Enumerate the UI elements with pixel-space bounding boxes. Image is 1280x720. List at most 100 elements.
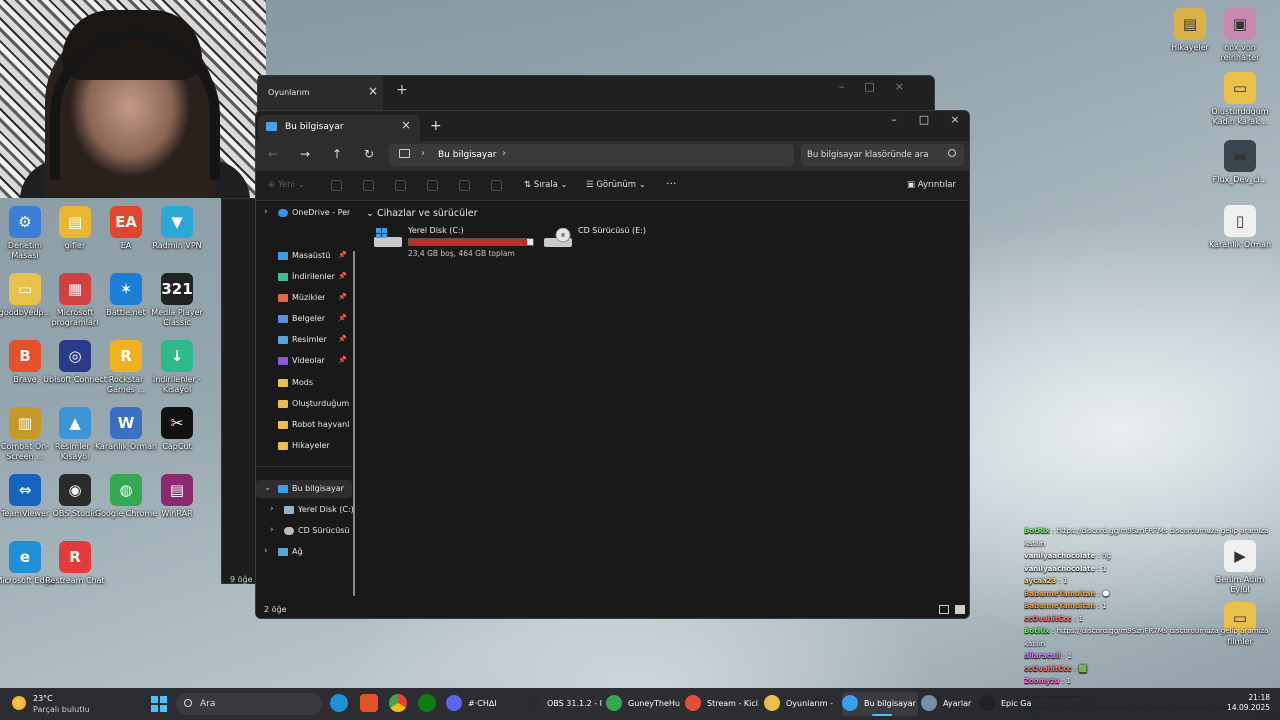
chevron-right-icon[interactable]: › — [264, 546, 268, 556]
new-button[interactable]: ⊕ Yeni ⌄ — [268, 180, 305, 190]
close-tab-icon[interactable]: × — [401, 118, 411, 132]
desktop-icon[interactable]: R Restream Chat — [45, 541, 105, 586]
close-window-icon[interactable]: × — [940, 113, 969, 131]
drive-c[interactable]: Yerel Disk (C:) 23,4 GB boş, 464 GB topl… — [374, 224, 544, 264]
taskbar-app[interactable]: Oyunlarım - — [764, 692, 840, 716]
desktop-icon[interactable]: ▤ WinRAR — [147, 474, 207, 519]
forward-arrow-icon[interactable]: → — [296, 147, 314, 165]
app-icon: ◉ — [59, 474, 91, 506]
desktop-icon[interactable]: ▭ Oluşturduğum Kadın karak... — [1210, 72, 1270, 127]
nav-item-cd-drive[interactable]: › CD Sürücüsü ( — [256, 522, 352, 540]
windows-drive-icon — [374, 228, 402, 247]
taskbar-app[interactable]: OBS 31.1.2 - I — [525, 692, 603, 716]
delete-icon[interactable] — [491, 180, 502, 191]
close-icon[interactable]: × — [368, 84, 378, 98]
desktop-icon[interactable]: ▣ nox von reinhalter — [1210, 8, 1270, 63]
nav-item-folder[interactable]: Hikayeler — [256, 437, 352, 455]
view-button[interactable]: ☰ Görünüm ⌄ — [586, 180, 646, 190]
nav-scrollbar[interactable] — [353, 251, 355, 596]
chevron-right-icon[interactable]: › — [421, 148, 425, 159]
taskbar-app[interactable]: #·CH∆I — [446, 692, 521, 716]
more-button[interactable]: ··· — [666, 177, 677, 190]
desktop-icon[interactable]: ↓ İndirilenler - Kısayol — [147, 340, 207, 395]
taskbar-app[interactable]: Stream - Kicl — [685, 692, 761, 716]
chevron-down-icon[interactable]: ⌄ — [264, 483, 272, 493]
nav-item-folder[interactable]: Oluşturduğum K — [256, 395, 352, 413]
desktop-icon[interactable]: ▼ Radmin VPN — [147, 206, 207, 251]
chevron-right-icon[interactable]: › — [264, 207, 268, 217]
chevron-right-icon[interactable]: › — [270, 525, 274, 535]
system-clock[interactable]: 21:18 14.09.2025 — [1227, 693, 1270, 713]
nav-item-pinned[interactable]: Müzikler 📌 — [256, 289, 352, 307]
nav-item-pinned[interactable]: İndirilenler 📌 — [256, 268, 352, 286]
new-tab-icon[interactable]: + — [430, 118, 442, 134]
taskbar-app[interactable]: Bu bilgisayar — [842, 692, 918, 716]
pin-icon[interactable]: 📌 — [338, 335, 347, 343]
cut-icon[interactable] — [331, 180, 342, 191]
copy-icon[interactable] — [363, 180, 374, 191]
pin-icon[interactable]: 📌 — [338, 272, 347, 280]
nav-item-pinned[interactable]: Belgeler 📌 — [256, 310, 352, 328]
clock-time: 21:18 — [1248, 693, 1270, 702]
drive-usage-bar — [408, 238, 534, 246]
nav-item-folder[interactable]: Robot hayvanla — [256, 416, 352, 434]
refresh-icon[interactable]: ↻ — [360, 147, 378, 165]
minimize-icon[interactable]: – — [879, 113, 909, 131]
desktop-icon-label: Media Player Classic — [151, 308, 203, 327]
nav-item-pinned[interactable]: Resimler 📌 — [256, 331, 352, 349]
xbox-icon[interactable] — [418, 694, 436, 712]
share-icon[interactable] — [459, 180, 470, 191]
pin-icon[interactable]: 📌 — [338, 314, 347, 322]
nav-item-this-pc[interactable]: ⌄ Bu bilgisayar — [256, 480, 352, 498]
back-window-tab[interactable]: Oyunlarım × — [258, 76, 383, 110]
paste-icon[interactable] — [395, 180, 406, 191]
desktop-icon[interactable]: 321 Media Player Classic — [147, 273, 207, 328]
breadcrumb[interactable]: Bu bilgisayar — [438, 150, 496, 160]
pin-icon[interactable]: 📌 — [338, 356, 347, 364]
chat-username: vanilyaachocolate — [1024, 564, 1096, 573]
chrome-icon[interactable] — [389, 694, 407, 712]
desktop-icon[interactable]: ▯ Karanlık Orman — [1209, 205, 1271, 250]
taskbar-app[interactable]: Ayarlar — [921, 692, 976, 716]
temperature: 23°C — [33, 694, 53, 703]
taskbar-app[interactable]: Epic Ga — [979, 692, 1031, 716]
tab-this-pc[interactable]: Bu bilgisayar × — [258, 115, 420, 141]
desktop-icon[interactable]: ✂ CapCut — [147, 407, 207, 452]
search-icon[interactable] — [948, 149, 956, 157]
sort-button[interactable]: ⇅ Sırala ⌄ — [524, 180, 568, 190]
chevron-right-icon[interactable]: › — [502, 148, 506, 159]
back-arrow-icon[interactable]: ← — [264, 147, 282, 165]
search-input[interactable]: Bu bilgisayar klasöründe ara — [801, 144, 964, 166]
start-button[interactable] — [151, 696, 167, 712]
tiles-view-icon[interactable] — [955, 605, 965, 614]
desktop-icon[interactable]: ▬ Flux_Dev_ci... — [1210, 140, 1270, 185]
nav-item-pinned[interactable]: Videolar 📌 — [256, 352, 352, 370]
drive-e[interactable]: CD Sürücüsü (E:) — [544, 224, 664, 264]
group-header[interactable]: ⌄ Cihazlar ve sürücüler — [366, 208, 478, 219]
address-bar[interactable]: › Bu bilgisayar › — [389, 144, 794, 166]
up-arrow-icon[interactable]: ↑ — [328, 147, 346, 165]
new-tab-icon[interactable]: + — [396, 82, 408, 98]
nav-item-pinned[interactable]: Masaüstü 📌 — [256, 247, 352, 265]
brave-icon[interactable] — [360, 694, 378, 712]
chevron-right-icon[interactable]: › — [270, 504, 274, 514]
window-controls[interactable]: –□× — [839, 80, 924, 93]
details-view-icon[interactable] — [939, 605, 949, 614]
file-explorer-window[interactable]: Bu bilgisayar × + – □ × ← → ↑ ↻ › Bu bil… — [255, 110, 970, 619]
nav-item-onedrive[interactable]: › OneDrive - Pers — [256, 204, 352, 222]
desktop-icon-label: WinRAR — [161, 509, 193, 518]
taskbar-app[interactable]: GuneyTheHu — [606, 692, 682, 716]
rename-icon[interactable] — [427, 180, 438, 191]
nav-item-local-disk[interactable]: › Yerel Disk (C:) — [256, 501, 354, 519]
back-explorer-window[interactable]: Oyunlarım × + –□× — [257, 75, 935, 111]
pin-icon[interactable]: 📌 — [338, 293, 347, 301]
maximize-icon[interactable]: □ — [909, 113, 939, 131]
nav-item-folder[interactable]: Mods — [256, 374, 352, 392]
pin-icon[interactable]: 📌 — [338, 251, 347, 259]
edge-icon[interactable] — [330, 694, 348, 712]
nav-item-network[interactable]: › Ağ — [256, 543, 352, 561]
app-icon: ⚙ — [9, 206, 41, 238]
taskbar-search[interactable]: Ara — [176, 693, 322, 715]
details-button[interactable]: ▣ Ayrıntılar — [907, 180, 956, 190]
app-icon: 321 — [161, 273, 193, 305]
